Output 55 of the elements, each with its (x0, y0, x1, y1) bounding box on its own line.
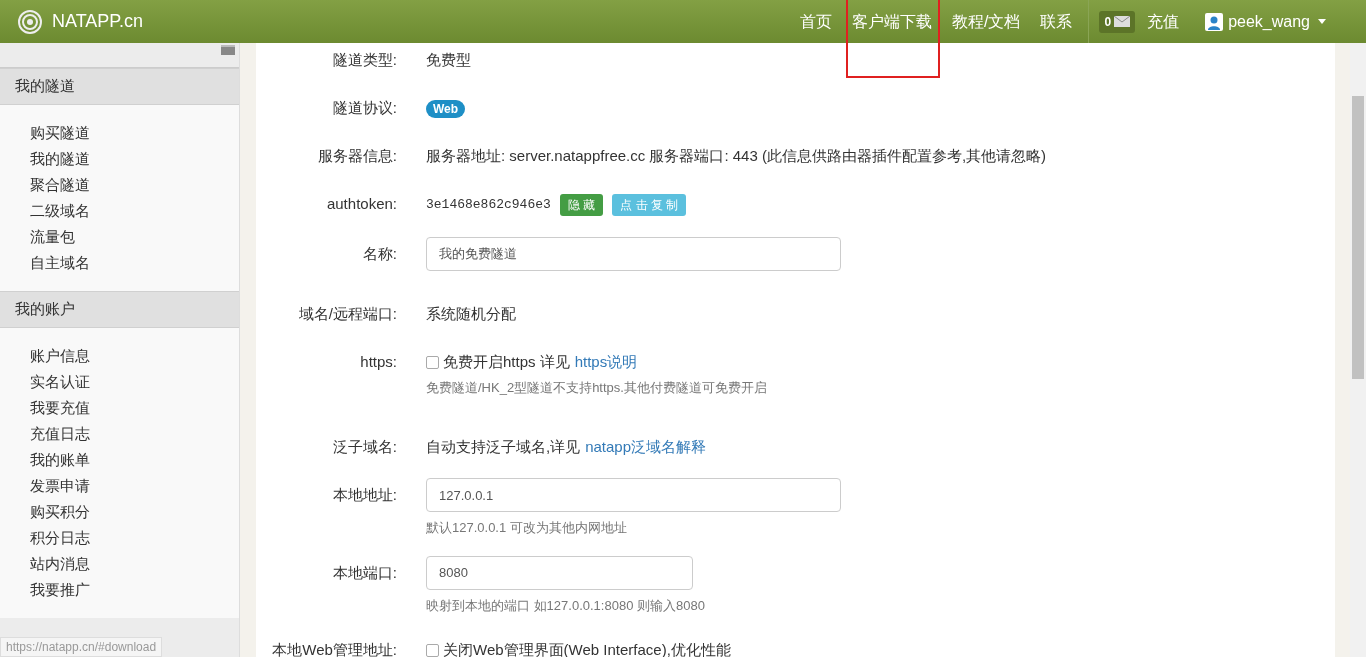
sidebar-item[interactable]: 流量包 (30, 225, 75, 249)
help-text: 默认127.0.0.1 可改为其他内网地址 (426, 519, 628, 537)
user-icon[interactable] (1205, 12, 1224, 31)
scrollbar[interactable] (1350, 43, 1366, 657)
protocol-badge: Web (426, 100, 466, 118)
checkbox[interactable] (426, 355, 439, 369)
field-value: 免费型 (426, 51, 471, 68)
sidebar-item[interactable]: 发票申请 (30, 474, 90, 498)
help-text: 免费隧道/HK_2型隧道不支持https.其他付费隧道可免费开启 (426, 379, 767, 397)
sidebar-item[interactable]: 购买积分 (30, 500, 90, 524)
field-value: 自动支持泛子域名,详见 (426, 437, 581, 457)
checkbox-label: 免费开启https 详见 (443, 352, 570, 372)
logo-icon (18, 9, 42, 34)
field-label: 服务器信息: (317, 147, 397, 164)
mail-icon[interactable] (1114, 16, 1131, 27)
token-value: 3e1468e862c946e3 (426, 196, 551, 214)
help-link[interactable]: natapp泛域名解释 (585, 437, 707, 457)
field-label: 本地地址: (332, 486, 397, 503)
sidebar-item[interactable]: 二级域名 (30, 199, 90, 223)
sidebar-item[interactable]: 我要充值 (30, 396, 90, 420)
field-label: 隧道类型: (332, 51, 397, 68)
sidebar-item[interactable]: 我的账单 (30, 448, 90, 472)
field-label: 域名/远程端口: (298, 305, 397, 322)
field-value: 系统随机分配 (426, 305, 516, 322)
help-text: 映射到本地的端口 如127.0.0.1:8080 则输入8080 (426, 596, 705, 615)
sidebar-item[interactable]: 账户信息 (30, 344, 90, 368)
help-link[interactable]: https说明 (574, 352, 638, 372)
sidebar-item[interactable]: 自主域名 (30, 251, 90, 275)
sidebar-item[interactable]: 我的隧道 (30, 147, 90, 171)
sidebar-section-title[interactable]: 我的账户 (0, 291, 239, 328)
collapse-icon[interactable] (221, 45, 235, 55)
checkbox[interactable] (426, 643, 439, 657)
field-label: authtoken: (326, 195, 397, 212)
sidebar-item[interactable]: 实名认证 (30, 370, 90, 394)
field-value: 服务器地址: server.natappfree.cc 服务器端口: 443 (此信息供路由器插件配置参考,其他请忽略) (426, 147, 1047, 164)
field-label: 隧道协议: (332, 99, 397, 116)
status-url: https://natapp.cn/#download (0, 637, 163, 657)
field-label: 本地端口: (332, 563, 397, 581)
sidebar-item[interactable]: 充值日志 (30, 422, 90, 446)
sidebar-item[interactable]: 我要推广 (30, 578, 90, 602)
caret-icon[interactable] (1318, 19, 1326, 24)
message-count[interactable]: 0 (1104, 12, 1112, 31)
sidebar-section-title[interactable]: 我的隧道 (0, 68, 239, 105)
field-label: 泛子域名: (332, 438, 397, 455)
sidebar-item[interactable]: 购买隧道 (30, 121, 90, 145)
field-label: 本地Web管理地址: (272, 641, 397, 657)
input-field[interactable]: 我的免费隧道 (426, 237, 841, 271)
input-field[interactable]: 8080 (426, 555, 693, 590)
sidebar-item[interactable]: 积分日志 (30, 526, 90, 550)
sidebar-item[interactable]: 站内消息 (30, 552, 90, 576)
scrollbar-thumb[interactable] (1352, 96, 1364, 379)
input-field[interactable]: 127.0.0.1 (426, 478, 841, 512)
sidebar-item[interactable]: 聚合隧道 (30, 173, 90, 197)
field-label: https: (360, 353, 397, 370)
field-label: 名称: (362, 245, 397, 262)
